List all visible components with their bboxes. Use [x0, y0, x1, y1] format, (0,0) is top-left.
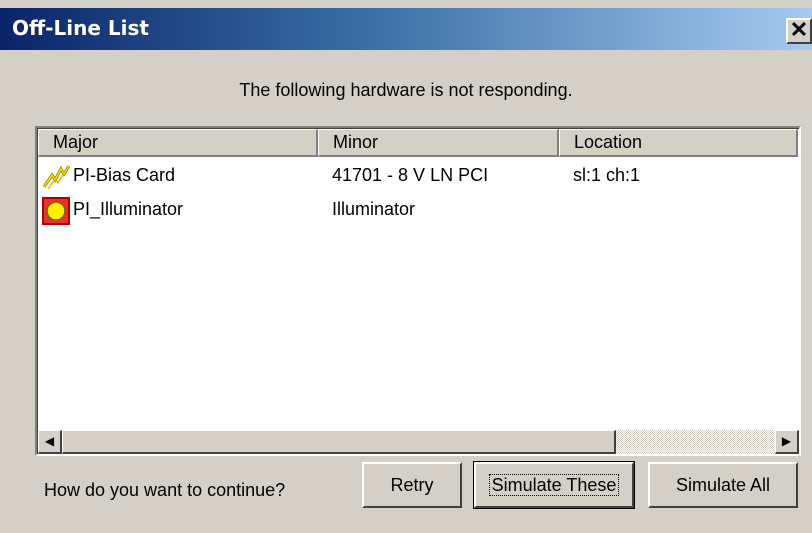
horizontal-scrollbar[interactable]: ◀ ▶: [38, 430, 799, 454]
list-item[interactable]: PI_Illuminator Illuminator: [38, 195, 799, 229]
list-header: Major Minor Location: [38, 129, 799, 157]
row-major: PI_Illuminator: [73, 199, 184, 219]
retry-button[interactable]: Retry: [362, 462, 462, 508]
offline-list-dialog: Off-Line List ✕ The following hardware i…: [0, 0, 812, 533]
row-minor: 41701 - 8 V LN PCI: [332, 165, 489, 185]
row-location: sl:1 ch:1: [573, 165, 641, 185]
close-button[interactable]: ✕: [786, 18, 812, 44]
simulate-these-button[interactable]: Simulate These: [473, 461, 635, 509]
hardware-list[interactable]: Major Minor Location PI-Bias Card 41701 …: [35, 126, 801, 456]
scroll-thumb[interactable]: [62, 430, 616, 454]
window-title: Off-Line List: [12, 16, 149, 40]
status-message: The following hardware is not responding…: [239, 80, 573, 100]
scroll-track[interactable]: [62, 430, 775, 454]
column-header-major[interactable]: Major: [38, 129, 318, 157]
illuminator-icon: [42, 197, 70, 225]
arrow-left-icon: ◀: [44, 434, 55, 448]
simulate-all-button[interactable]: Simulate All: [648, 462, 798, 508]
scroll-left-button[interactable]: ◀: [38, 430, 62, 454]
continue-prompt: How do you want to continue?: [44, 480, 286, 500]
column-header-minor[interactable]: Minor: [318, 129, 559, 157]
column-header-location[interactable]: Location: [559, 129, 798, 157]
list-item[interactable]: PI-Bias Card 41701 - 8 V LN PCI sl:1 ch:…: [38, 161, 799, 195]
row-major: PI-Bias Card: [73, 165, 176, 185]
simulate-these-label: Simulate These: [488, 474, 620, 496]
close-icon: ✕: [789, 17, 809, 42]
bias-card-icon: [42, 165, 70, 190]
row-minor: Illuminator: [332, 199, 416, 219]
title-bar[interactable]: Off-Line List ✕: [0, 8, 812, 50]
arrow-right-icon: ▶: [781, 434, 792, 448]
scroll-right-button[interactable]: ▶: [775, 430, 799, 454]
